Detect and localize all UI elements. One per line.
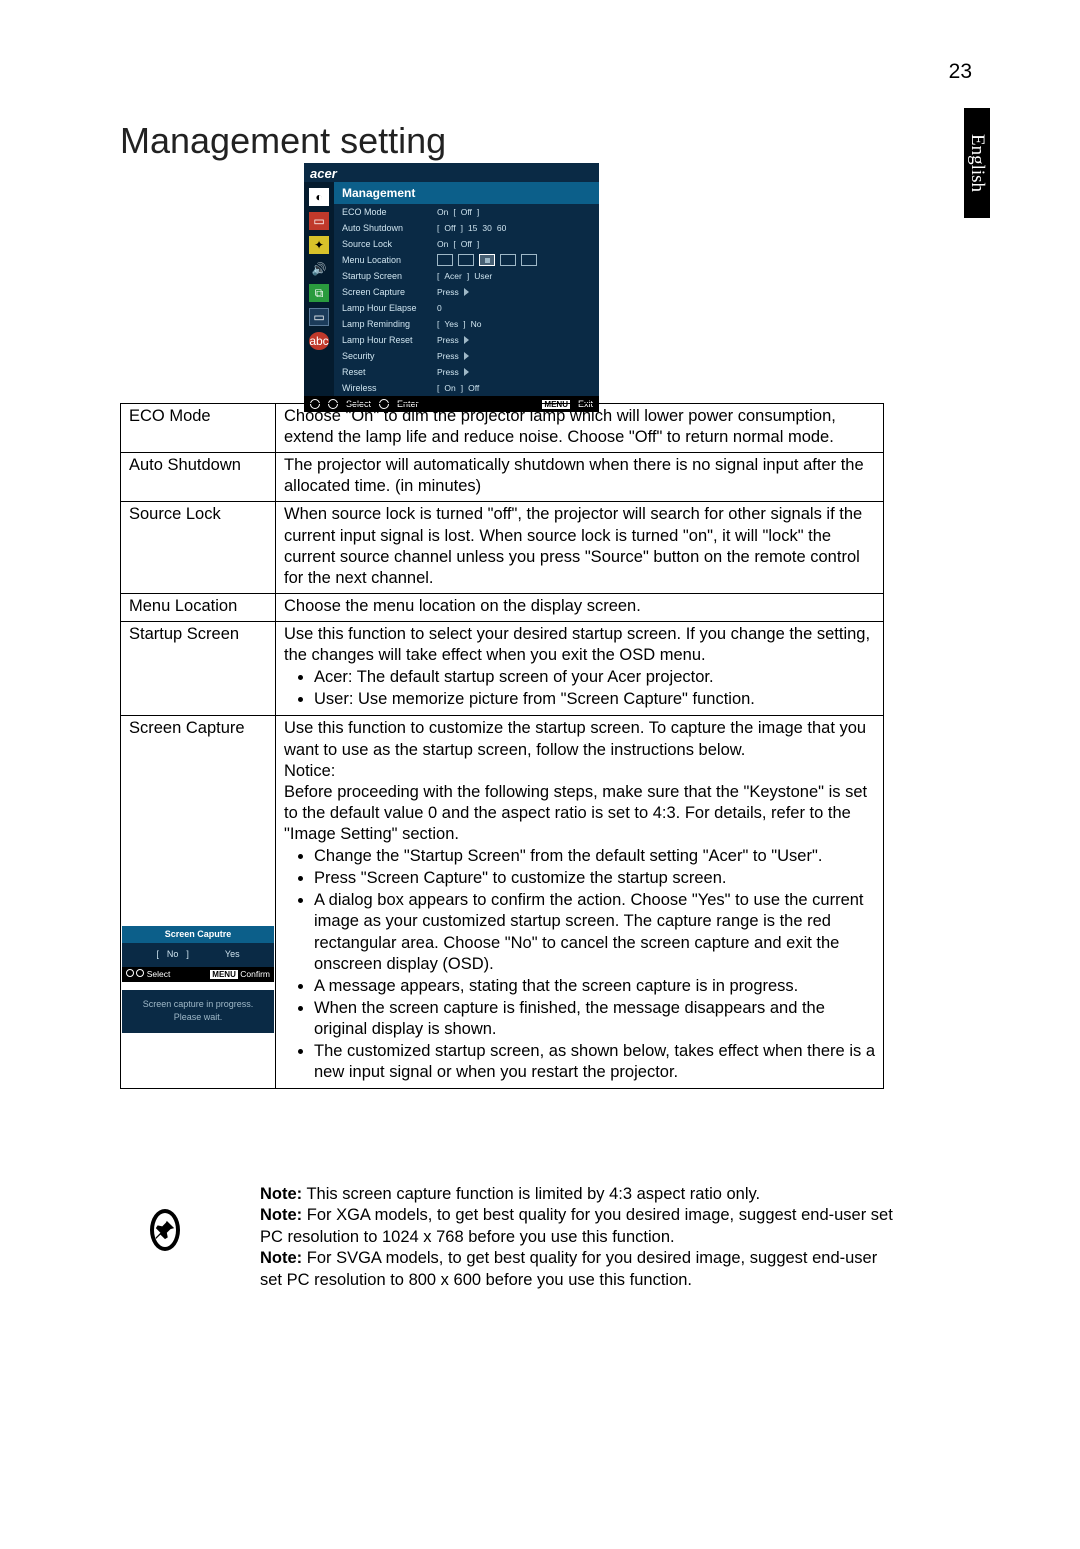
- osd-row-label: Lamp Reminding: [342, 319, 437, 329]
- setting-desc-text: Before proceeding with the following ste…: [284, 782, 875, 845]
- mini-progress-line: Please wait.: [126, 1011, 270, 1025]
- osd-icon-timer: ⧉: [309, 284, 329, 302]
- setting-name: Screen Capture Screen Caputre [No] Yes S…: [121, 716, 276, 1089]
- osd-opt: On: [437, 207, 448, 217]
- osd-icon-image: ▭: [309, 212, 329, 230]
- mini-dialog-title: Screen Caputre: [122, 926, 274, 944]
- note-text: For XGA models, to get best quality for …: [260, 1206, 893, 1245]
- osd-opt: On: [444, 383, 455, 393]
- setting-name-text: Screen Capture: [129, 718, 267, 739]
- osd-sidebar: ◐ ▭ ✦ 🔊 ⧉ ▭ abc: [304, 182, 334, 396]
- settings-table: ECO Mode Choose "On" to dim the projecto…: [120, 403, 884, 1089]
- osd-row-label: ECO Mode: [342, 207, 437, 217]
- page-heading: Management setting: [120, 120, 446, 162]
- setting-desc: Choose the menu location on the display …: [276, 593, 884, 621]
- osd-title: Management: [334, 182, 599, 204]
- osd-icon-language: abc: [309, 332, 329, 350]
- language-tab: English: [964, 108, 990, 218]
- list-item: The customized startup screen, as shown …: [314, 1041, 875, 1083]
- osd-screenshot: acer ◐ ▭ ✦ 🔊 ⧉ ▭ abc Management ECO Mode…: [304, 163, 599, 412]
- osd-row-label: Wireless: [342, 383, 437, 393]
- osd-row-label: Security: [342, 351, 437, 361]
- osd-opt: Press: [437, 287, 459, 297]
- osd-opt: Press: [437, 351, 459, 361]
- setting-desc: Use this function to select your desired…: [276, 621, 884, 715]
- osd-opt: Off: [444, 223, 455, 233]
- setting-name: Source Lock: [121, 502, 276, 593]
- setting-name: Startup Screen: [121, 621, 276, 715]
- osd-logo: acer: [304, 163, 599, 182]
- osd-icon-management: ✦: [309, 236, 329, 254]
- mini-opt-no: No: [167, 949, 179, 961]
- mini-progress-box: Screen capture in progress. Please wait.: [122, 990, 274, 1033]
- osd-opt: 0: [437, 303, 442, 313]
- osd-row-label: Reset: [342, 367, 437, 377]
- osd-row-label: Source Lock: [342, 239, 437, 249]
- setting-desc-text: Use this function to customize the start…: [284, 718, 875, 760]
- nav-icon: [126, 969, 134, 977]
- nav-icon: [136, 969, 144, 977]
- osd-opt: User: [474, 271, 492, 281]
- mini-foot-select: Select: [147, 969, 171, 979]
- note-label: Note:: [260, 1185, 302, 1203]
- pin-icon: [154, 1219, 176, 1241]
- setting-name: Auto Shutdown: [121, 453, 276, 502]
- osd-row-label: Lamp Hour Reset: [342, 335, 437, 345]
- osd-row-label: Startup Screen: [342, 271, 437, 281]
- osd-opt: Off: [461, 239, 472, 249]
- setting-name: ECO Mode: [121, 404, 276, 453]
- osd-row-label: Screen Capture: [342, 287, 437, 297]
- arrow-right-icon: [464, 368, 469, 376]
- note-label: Note:: [260, 1249, 302, 1267]
- setting-desc-text: Notice:: [284, 761, 875, 782]
- osd-opt: No: [471, 319, 482, 329]
- note-icon: [150, 1209, 180, 1251]
- osd-icon-window: ▭: [309, 308, 329, 326]
- mini-foot-confirm: Confirm: [240, 969, 270, 979]
- setting-desc: Use this function to customize the start…: [276, 716, 884, 1089]
- mini-foot-menu: MENU: [210, 970, 238, 979]
- list-item: User: Use memorize picture from "Screen …: [314, 689, 875, 710]
- arrow-right-icon: [464, 288, 469, 296]
- osd-row-label: Menu Location: [342, 255, 437, 265]
- list-item: Acer: The default startup screen of your…: [314, 667, 875, 688]
- page-number: 23: [949, 60, 972, 84]
- osd-icon-color: ◐: [309, 188, 329, 206]
- setting-desc: The projector will automatically shutdow…: [276, 453, 884, 502]
- setting-desc: When source lock is turned "off", the pr…: [276, 502, 884, 593]
- list-item: Press "Screen Capture" to customize the …: [314, 868, 875, 889]
- osd-opt: Press: [437, 367, 459, 377]
- mini-progress-line: Screen capture in progress.: [126, 998, 270, 1012]
- setting-desc-text: Use this function to select your desired…: [284, 624, 875, 666]
- osd-opt: Off: [468, 383, 479, 393]
- list-item: Change the "Startup Screen" from the def…: [314, 846, 875, 867]
- note-text: This screen capture function is limited …: [302, 1185, 760, 1203]
- note-label: Note:: [260, 1206, 302, 1224]
- osd-opt: On: [437, 239, 448, 249]
- list-item: When the screen capture is finished, the…: [314, 998, 875, 1040]
- arrow-right-icon: [464, 336, 469, 344]
- osd-opt: Off: [461, 207, 472, 217]
- osd-opt: Acer: [444, 271, 461, 281]
- osd-opt: Yes: [444, 319, 458, 329]
- osd-icon-audio: 🔊: [309, 260, 329, 278]
- osd-row-label: Lamp Hour Elapse: [342, 303, 437, 313]
- list-item: A dialog box appears to confirm the acti…: [314, 890, 875, 974]
- list-item: A message appears, stating that the scre…: [314, 976, 875, 997]
- osd-opt: 15: [468, 223, 477, 233]
- setting-desc: Choose "On" to dim the projector lamp wh…: [276, 404, 884, 453]
- osd-row-label: Auto Shutdown: [342, 223, 437, 233]
- mini-opt-yes: Yes: [225, 949, 240, 961]
- setting-name: Menu Location: [121, 593, 276, 621]
- osd-opt: 60: [497, 223, 506, 233]
- osd-opt: Press: [437, 335, 459, 345]
- osd-opt: 30: [482, 223, 491, 233]
- mini-dialog-capture: Screen Caputre [No] Yes Select MENU Conf…: [122, 926, 274, 982]
- arrow-right-icon: [464, 352, 469, 360]
- note-block: Note: This screen capture function is li…: [150, 1168, 895, 1291]
- note-text: For SVGA models, to get best quality for…: [260, 1249, 877, 1288]
